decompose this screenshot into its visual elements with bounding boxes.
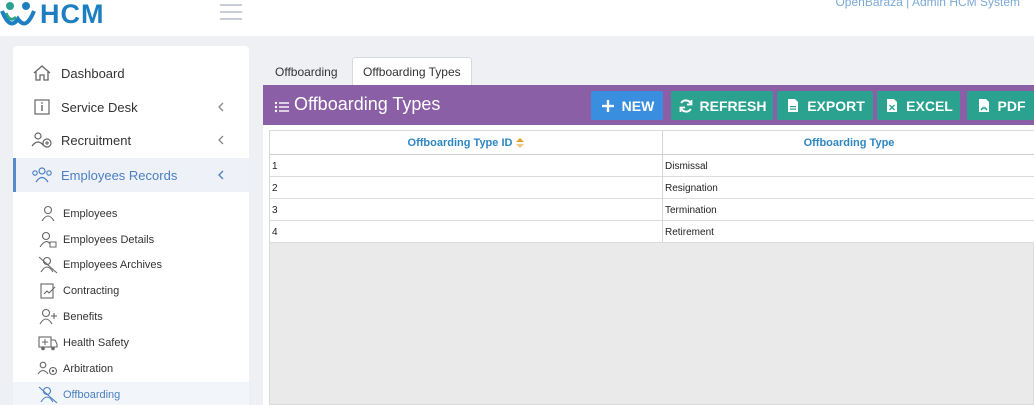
chevron-left-icon [215,134,227,146]
sidebar-subitem-label: Benefits [63,311,103,323]
sort-icon[interactable] [516,138,525,148]
plus-icon [600,98,616,114]
menu-toggle-icon[interactable] [220,4,242,20]
refresh-button-label: REFRESH [699,97,767,114]
new-button-label: NEW [621,97,655,114]
table-header: Offboarding Type ID Offboarding Type [270,131,1034,155]
logo-people-icon [0,0,38,31]
sidebar-item-label: Recruitment [61,132,132,148]
user-slash-icon [37,386,59,404]
table-row[interactable]: 4 Retirement [270,221,1034,243]
sidebar-item-label: Employees Records [61,167,178,183]
sidebar-subitem-employees-details[interactable]: Employees Details [37,229,154,251]
export-button[interactable]: EXPORT [777,91,873,120]
file-icon [785,98,801,114]
sidebar-subitem-employees-archives[interactable]: Employees Archives [37,254,162,276]
panel-header: Offboarding Types NEW REFRESH EXPORT EXC [263,85,1034,125]
app-logo[interactable]: HCM [0,0,105,34]
tab-offboarding[interactable]: Offboarding [265,57,348,86]
sidebar-item-label: Service Desk [61,99,138,115]
panel-title: Offboarding Types [274,94,440,115]
pdf-file-icon [976,98,992,114]
sidebar-subitem-label: Employees Details [63,234,155,246]
sidebar-subitem-health-safety[interactable]: Health Safety [37,332,129,354]
excel-button-label: EXCEL [906,97,953,114]
cell-type: Resignation [665,182,718,194]
sidebar-subitem-label: Employees [63,208,118,220]
cell-type-id: 3 [270,199,663,221]
list-icon [274,98,290,112]
cell-type: Dismissal [665,160,708,172]
refresh-icon [678,98,694,114]
cell-type-id: 2 [270,177,663,199]
data-grid: Offboarding Type ID Offboarding Type 1 D… [269,130,1034,405]
sidebar-subitem-arbitration[interactable]: Arbitration [37,358,113,380]
content-panel: Offboarding Types NEW REFRESH EXPORT EXC [263,85,1034,405]
user-icon [37,205,59,223]
cell-type: Termination [665,204,717,216]
users-add-icon [31,130,53,150]
tab-offboarding-types[interactable]: Offboarding Types [352,57,472,86]
ambulance-icon [37,334,59,352]
system-label[interactable]: OpenBaraza | Admin HCM System [835,0,1020,9]
user-tag-icon [37,231,59,249]
column-header-type[interactable]: Offboarding Type [663,131,1034,155]
cell-type-id: 4 [270,221,663,243]
sidebar-item-recruitment[interactable]: Recruitment [13,123,249,157]
info-icon [31,97,53,117]
sidebar-item-dashboard[interactable]: Dashboard [13,56,249,90]
sidebar-item-label: Dashboard [61,65,125,81]
cell-type-id: 1 [270,155,663,177]
sidebar-subitem-label: Health Safety [63,337,130,349]
column-header-label: Offboarding Type ID [407,137,513,149]
sidebar-subitem-employees[interactable]: Employees [37,203,117,225]
sidebar-subitem-label: Employees Archives [63,259,163,271]
column-header-label: Offboarding Type [803,137,895,149]
users-icon [31,165,53,185]
pdf-button[interactable]: PDF [967,91,1034,120]
column-header-type-id[interactable]: Offboarding Type ID [270,131,663,155]
sidebar-subitem-offboarding[interactable]: Offboarding [37,384,120,405]
export-button-label: EXPORT [807,97,865,114]
new-button[interactable]: NEW [591,91,663,120]
table-row[interactable]: 2 Resignation [270,177,1034,199]
sidebar-subitem-label: Offboarding [63,389,121,401]
sidebar-item-service-desk[interactable]: Service Desk [13,90,249,124]
excel-button[interactable]: EXCEL [877,91,960,120]
sidebar-subitem-label: Contracting [63,285,120,297]
logo-text: HCM [40,0,105,29]
cell-type: Retirement [665,226,714,238]
users-gear-icon [37,360,59,378]
sidebar: Dashboard Service Desk Recruitment Emplo… [13,46,249,405]
excel-file-icon [884,98,900,114]
pdf-button-label: PDF [997,97,1026,114]
contract-icon [37,282,59,300]
user-slash-icon [37,256,59,274]
top-bar: HCM OpenBaraza | Admin HCM System [0,0,1034,36]
user-plus-icon [37,308,59,326]
sidebar-subitem-label: Arbitration [63,363,114,375]
sidebar-subitem-benefits[interactable]: Benefits [37,306,103,328]
refresh-button[interactable]: REFRESH [671,91,773,120]
chevron-left-icon [215,169,227,181]
chevron-left-icon [215,101,227,113]
sidebar-item-employees-records[interactable]: Employees Records [13,158,249,192]
panel-title-text: Offboarding Types [294,94,441,114]
table-row[interactable]: 1 Dismissal [270,155,1034,177]
sidebar-subitem-contracting[interactable]: Contracting [37,280,119,302]
home-icon [31,63,53,83]
table-row[interactable]: 3 Termination [270,199,1034,221]
